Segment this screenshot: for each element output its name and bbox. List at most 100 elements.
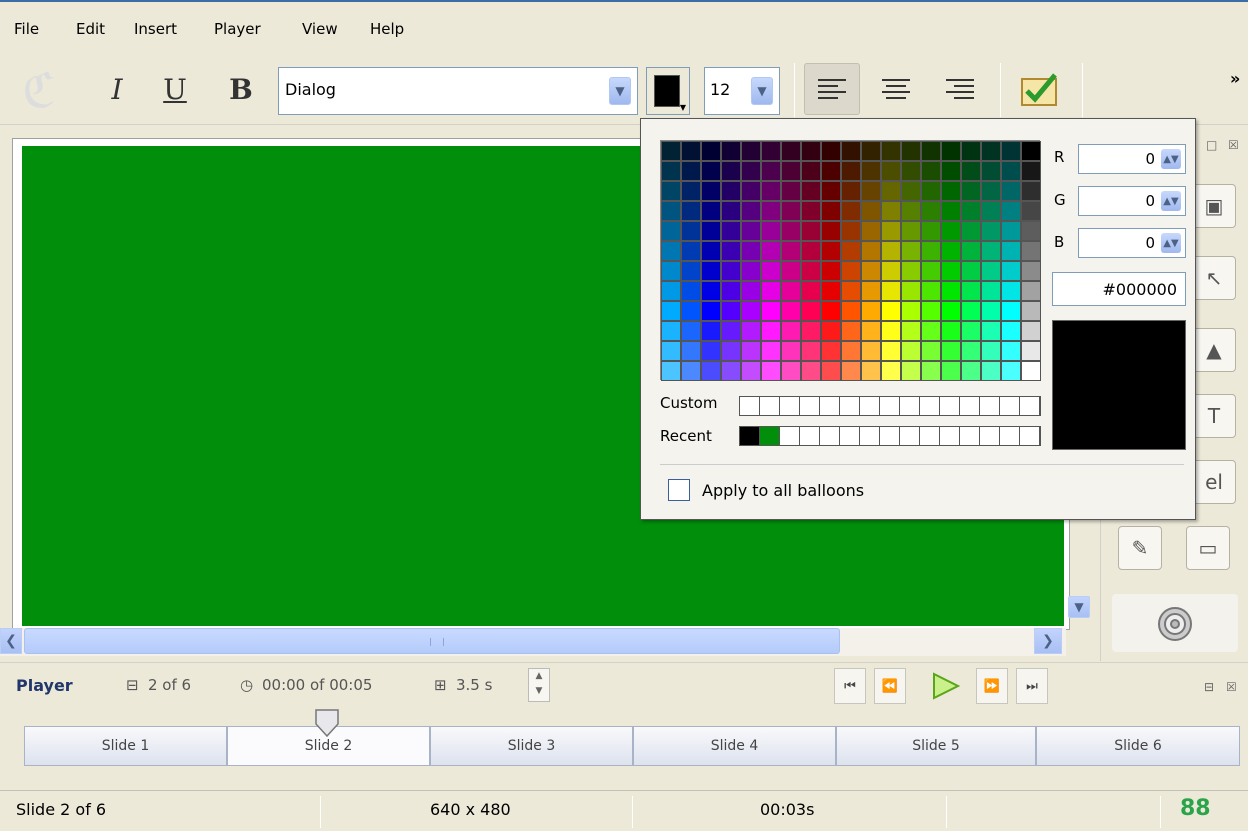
color-swatch-cell[interactable] — [841, 241, 861, 261]
recent-color-cell[interactable] — [880, 427, 900, 445]
recent-color-cell[interactable] — [740, 427, 760, 445]
color-swatch-cell[interactable] — [741, 321, 761, 341]
color-swatch-cell[interactable] — [701, 141, 721, 161]
recent-color-cell[interactable] — [760, 427, 780, 445]
color-swatch-cell[interactable] — [741, 281, 761, 301]
color-swatch-cell[interactable] — [781, 201, 801, 221]
menu-help[interactable]: Help — [370, 20, 404, 38]
color-swatch-cell[interactable] — [901, 221, 921, 241]
color-swatch-cell[interactable] — [901, 141, 921, 161]
color-swatch-cell[interactable] — [1021, 181, 1041, 201]
color-swatch-cell[interactable] — [1001, 201, 1021, 221]
color-swatch-cell[interactable] — [661, 241, 681, 261]
color-swatch-cell[interactable] — [1021, 261, 1041, 281]
last-slide-button[interactable]: ⏭ — [1016, 668, 1048, 704]
green-spinner-icon[interactable]: ▲▼ — [1161, 191, 1181, 211]
first-slide-button[interactable]: ⏮ — [834, 668, 866, 704]
color-swatch-cell[interactable] — [921, 241, 941, 261]
custom-color-cell[interactable] — [1000, 397, 1020, 415]
color-swatch-cell[interactable] — [981, 261, 1001, 281]
color-swatch-cell[interactable] — [941, 321, 961, 341]
color-swatch-cell[interactable] — [1021, 161, 1041, 181]
color-swatch-cell[interactable] — [861, 241, 881, 261]
color-swatch-cell[interactable] — [881, 161, 901, 181]
color-swatch-cell[interactable] — [921, 361, 941, 381]
color-swatch-cell[interactable] — [661, 141, 681, 161]
recent-color-cell[interactable] — [980, 427, 1000, 445]
text-color-button[interactable]: ▼ — [646, 67, 690, 115]
color-swatch-cell[interactable] — [781, 221, 801, 241]
color-swatch-cell[interactable] — [961, 181, 981, 201]
color-swatch-cell[interactable] — [1021, 361, 1041, 381]
color-swatch-cell[interactable] — [741, 141, 761, 161]
color-swatch-cell[interactable] — [681, 161, 701, 181]
color-swatch-cell[interactable] — [941, 301, 961, 321]
playhead-handle[interactable] — [314, 708, 340, 738]
toolbar-overflow-button[interactable]: » — [1230, 69, 1240, 88]
color-swatch-cell[interactable] — [701, 221, 721, 241]
layout-icon[interactable]: 88 — [1180, 796, 1211, 821]
color-swatch-cell[interactable] — [921, 321, 941, 341]
color-swatch-cell[interactable] — [861, 261, 881, 281]
align-center-button[interactable] — [868, 63, 924, 115]
custom-color-cell[interactable] — [820, 397, 840, 415]
slide-tab[interactable]: Slide 3 — [430, 726, 633, 766]
color-swatch-cell[interactable] — [781, 301, 801, 321]
color-swatch-cell[interactable] — [961, 241, 981, 261]
color-swatch-cell[interactable] — [821, 141, 841, 161]
highlight-tool-button[interactable] — [1112, 594, 1238, 652]
color-swatch-cell[interactable] — [981, 341, 1001, 361]
color-swatch-cell[interactable] — [881, 341, 901, 361]
custom-color-cell[interactable] — [1020, 397, 1040, 415]
color-swatch-cell[interactable] — [701, 321, 721, 341]
color-swatch-cell[interactable] — [881, 221, 901, 241]
color-swatch-cell[interactable] — [681, 341, 701, 361]
color-swatch-cell[interactable] — [661, 341, 681, 361]
color-swatch-cell[interactable] — [901, 201, 921, 221]
color-swatch-cell[interactable] — [681, 201, 701, 221]
color-swatch-cell[interactable] — [781, 141, 801, 161]
blue-input[interactable]: 0 ▲▼ — [1078, 228, 1186, 258]
scroll-down-button[interactable]: ▼ — [1068, 596, 1090, 618]
color-swatch-cell[interactable] — [841, 141, 861, 161]
button-tool-icon[interactable]: ▭ — [1186, 526, 1230, 570]
color-swatch-cell[interactable] — [841, 221, 861, 241]
custom-color-cell[interactable] — [980, 397, 1000, 415]
color-swatch-cell[interactable] — [941, 161, 961, 181]
color-swatch-cell[interactable] — [801, 321, 821, 341]
scroll-right-button[interactable]: ❯ — [1034, 628, 1062, 654]
recent-colors-row[interactable] — [739, 426, 1041, 446]
color-swatch-cell[interactable] — [981, 361, 1001, 381]
color-swatch-cell[interactable] — [721, 141, 741, 161]
image-tool-icon[interactable]: ▣ — [1192, 184, 1236, 228]
color-swatch-cell[interactable] — [961, 281, 981, 301]
color-swatch-cell[interactable] — [881, 301, 901, 321]
color-swatch-cell[interactable] — [761, 161, 781, 181]
color-swatch-cell[interactable] — [1001, 361, 1021, 381]
color-swatch-cell[interactable] — [761, 241, 781, 261]
menu-insert[interactable]: Insert — [134, 20, 177, 38]
color-swatch-cell[interactable] — [821, 301, 841, 321]
color-swatch-cell[interactable] — [1001, 321, 1021, 341]
color-swatch-cell[interactable] — [741, 201, 761, 221]
color-swatch-cell[interactable] — [781, 361, 801, 381]
custom-color-cell[interactable] — [780, 397, 800, 415]
font-size-select[interactable]: 12 ▼ — [704, 67, 780, 115]
bold-button[interactable]: B — [224, 69, 258, 109]
color-swatch-cell[interactable] — [841, 321, 861, 341]
color-swatch-cell[interactable] — [1021, 241, 1041, 261]
color-swatch-cell[interactable] — [921, 201, 941, 221]
color-swatch-cell[interactable] — [841, 301, 861, 321]
custom-colors-row[interactable] — [739, 396, 1041, 416]
color-swatch-cell[interactable] — [881, 281, 901, 301]
red-input[interactable]: 0 ▲▼ — [1078, 144, 1186, 174]
custom-color-cell[interactable] — [860, 397, 880, 415]
color-swatch-cell[interactable] — [721, 181, 741, 201]
color-swatch-cell[interactable] — [821, 201, 841, 221]
color-swatch-cell[interactable] — [921, 161, 941, 181]
apply-all-checkbox[interactable] — [668, 479, 690, 501]
color-swatch-cell[interactable] — [821, 181, 841, 201]
recent-color-cell[interactable] — [920, 427, 940, 445]
color-swatch-cell[interactable] — [1021, 341, 1041, 361]
color-swatch-cell[interactable] — [1001, 281, 1021, 301]
